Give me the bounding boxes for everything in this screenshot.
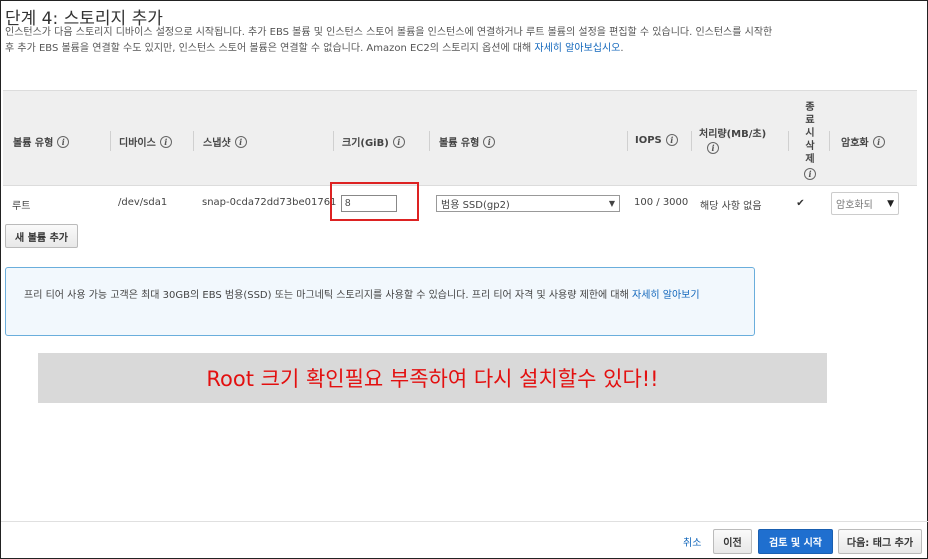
cell-device: /dev/sda1	[118, 197, 168, 208]
col-throughput-label: 처리량(MB/초)	[699, 129, 767, 140]
col-volume-type-label: 볼륨 유형	[13, 138, 54, 149]
col-separator	[788, 131, 789, 151]
col-volume-type-2: 볼륨 유형 i	[439, 134, 496, 149]
col-separator	[333, 131, 334, 151]
col-encryption: 암호화 i	[841, 134, 885, 149]
cell-volume-type: 루트	[12, 201, 31, 212]
col-device-label: 디바이스	[119, 138, 156, 149]
cancel-link[interactable]: 취소	[683, 534, 701, 549]
highlight-box	[330, 182, 419, 221]
col-separator	[691, 131, 692, 151]
learn-more-link[interactable]: 자세히 알아보십시오	[534, 43, 620, 54]
previous-button[interactable]: 이전	[713, 529, 752, 554]
volume-type-select-value: 범용 SSD(gp2)	[441, 200, 510, 211]
col-size-label: 크기(GiB)	[342, 138, 389, 149]
info-icon[interactable]: i	[804, 168, 816, 180]
col-delete-char: 삭	[805, 141, 815, 152]
cell-throughput: 해당 사항 없음	[700, 201, 762, 212]
next-add-tags-button[interactable]: 다음: 태그 추가	[838, 529, 922, 554]
col-snapshot: 스냅샷 i	[203, 134, 247, 149]
delete-on-termination-checkbox[interactable]: ✔	[795, 198, 806, 209]
col-throughput: 처리량(MB/초) i	[699, 125, 766, 154]
free-tier-info-box: 프리 티어 사용 가능 고객은 최대 30GB의 EBS 범용(SSD) 또는 …	[5, 267, 755, 336]
col-iops-label: IOPS	[635, 134, 662, 146]
col-delete-char: 료	[805, 115, 815, 126]
col-separator	[429, 131, 430, 151]
dropdown-arrow-icon: ▼	[608, 199, 615, 208]
col-separator	[829, 131, 830, 151]
cell-iops: 100 / 3000	[634, 197, 689, 208]
col-iops: IOPS i	[635, 134, 678, 146]
info-icon[interactable]: i	[665, 134, 678, 146]
encryption-select-value: 암호화되	[836, 200, 873, 211]
description-text: 인스턴스가 다음 스토리지 디바이스 설정으로 시작됩니다. 추가 EBS 볼륨…	[5, 27, 773, 54]
encryption-select[interactable]: 암호화되 ▼	[831, 192, 899, 215]
free-tier-learn-more-link[interactable]: 자세히 알아보기	[632, 290, 700, 301]
page-description: 인스턴스가 다음 스토리지 디바이스 설정으로 시작됩니다. 추가 EBS 볼륨…	[5, 25, 775, 56]
add-volume-button[interactable]: 새 볼륨 추가	[5, 224, 78, 248]
annotation-banner: Root 크기 확인필요 부족하여 다시 설치할수 있다!!	[38, 353, 827, 403]
col-snapshot-label: 스냅샷	[203, 138, 231, 149]
review-and-launch-button[interactable]: 검토 및 시작	[758, 529, 833, 554]
table-header: 볼륨 유형 i 디바이스 i 스냅샷 i 크기(GiB) i 볼륨 유형 i I…	[3, 90, 917, 186]
info-icon[interactable]: i	[57, 135, 70, 148]
col-size: 크기(GiB) i	[342, 134, 405, 149]
col-delete-char: 시	[805, 128, 815, 139]
volume-type-select[interactable]: 범용 SSD(gp2) ▼	[436, 195, 620, 212]
info-icon[interactable]: i	[392, 135, 405, 148]
info-icon[interactable]: i	[872, 135, 885, 148]
col-separator	[193, 131, 194, 151]
col-delete-char: 제	[805, 154, 815, 165]
info-icon[interactable]: i	[483, 135, 496, 148]
cell-snapshot: snap-0cda72dd73be01761	[202, 197, 337, 208]
info-icon[interactable]: i	[234, 135, 247, 148]
col-volume-type: 볼륨 유형 i	[13, 134, 70, 149]
col-separator	[110, 131, 111, 151]
free-tier-text: 프리 티어 사용 가능 고객은 최대 30GB의 EBS 범용(SSD) 또는 …	[24, 290, 632, 301]
col-delete-on-termination: 종 료 시 삭 제 i	[790, 101, 830, 180]
col-separator	[627, 131, 628, 151]
col-delete-label: 종 료 시 삭 제	[805, 101, 814, 166]
footer-divider	[1, 521, 928, 522]
col-encryption-label: 암호화	[841, 138, 869, 149]
col-volume-type-2-label: 볼륨 유형	[439, 138, 480, 149]
col-device: 디바이스 i	[119, 134, 172, 149]
description-period: .	[620, 42, 624, 54]
dropdown-arrow-icon: ▼	[887, 198, 894, 209]
col-delete-char: 종	[805, 102, 815, 113]
info-icon[interactable]: i	[707, 142, 719, 154]
info-icon[interactable]: i	[159, 135, 172, 148]
